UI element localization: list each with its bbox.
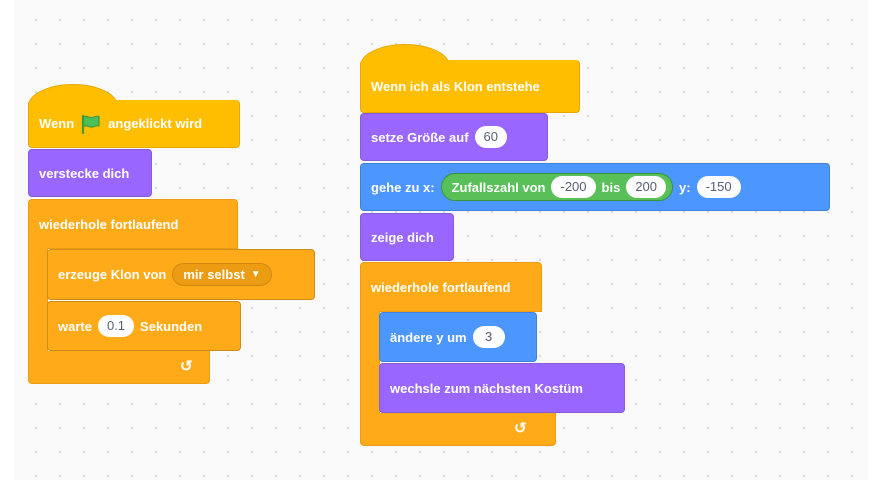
go-to-xy-block[interactable]: gehe zu x: Zufallszahl von -200 bis 200 …	[360, 163, 830, 211]
show-block[interactable]: zeige dich	[360, 213, 454, 261]
wait-label: warte	[58, 318, 92, 334]
loop-arrow-icon: ↺	[180, 358, 193, 375]
forever-block[interactable]: wiederhole fortlaufend	[28, 199, 238, 249]
goto-y-label: y:	[679, 179, 691, 195]
pick-random-reporter[interactable]: Zufallszahl von -200 bis 200	[440, 173, 674, 201]
change-y-input[interactable]: 3	[472, 326, 505, 348]
hide-label: verstecke dich	[39, 165, 130, 181]
wait-unit-label: Sekunden	[140, 318, 203, 334]
show-label: zeige dich	[371, 229, 434, 245]
create-clone-block[interactable]: erzeuge Klon von mir selbst ▼	[47, 249, 315, 300]
clone-target-value: mir selbst	[183, 267, 245, 282]
code-workspace[interactable]: Wenn angeklickt wird verstecke dich wied…	[14, 0, 868, 480]
next-costume-block[interactable]: wechsle zum nächsten Kostüm	[379, 363, 625, 413]
random-to-label: bis	[601, 179, 621, 195]
loop-arrow-icon: ↺	[514, 420, 527, 437]
forever-block-foot	[360, 413, 556, 446]
wait-seconds-input[interactable]: 0.1	[97, 315, 135, 337]
next-costume-label: wechsle zum nächsten Kostüm	[390, 380, 583, 396]
green-flag-icon	[80, 114, 102, 134]
random-to-input[interactable]: 200	[626, 176, 667, 198]
when-clone-starts-block[interactable]: Wenn ich als Klon entstehe	[360, 60, 580, 113]
change-y-label: ändere y um	[390, 329, 467, 345]
when-flag-clicked-block[interactable]: Wenn angeklickt wird	[28, 100, 240, 148]
forever-label: wiederhole fortlaufend	[371, 279, 511, 295]
set-size-label: setze Größe auf	[371, 129, 469, 145]
hat-prefix-label: Wenn	[39, 116, 75, 131]
forever-arm	[360, 311, 380, 414]
y-input[interactable]: -150	[696, 176, 741, 198]
random-from-input[interactable]: -200	[551, 176, 596, 198]
clone-target-dropdown[interactable]: mir selbst ▼	[172, 263, 272, 286]
forever-block[interactable]: wiederhole fortlaufend	[360, 262, 542, 312]
change-y-block[interactable]: ändere y um 3	[379, 312, 537, 362]
hide-block[interactable]: verstecke dich	[28, 149, 152, 197]
set-size-block[interactable]: setze Größe auf 60	[360, 113, 548, 161]
forever-label: wiederhole fortlaufend	[39, 216, 179, 232]
create-clone-label: erzeuge Klon von	[58, 267, 167, 282]
goto-x-label: gehe zu x:	[371, 179, 435, 195]
pick-random-label: Zufallszahl von	[451, 179, 546, 195]
hat-suffix-label: angeklickt wird	[108, 116, 203, 131]
dropdown-arrow-icon: ▼	[250, 269, 261, 280]
forever-arm	[28, 248, 48, 352]
clone-hat-label: Wenn ich als Klon entstehe	[371, 78, 540, 94]
size-input[interactable]: 60	[474, 126, 507, 148]
wait-block[interactable]: warte 0.1 Sekunden	[47, 301, 241, 351]
